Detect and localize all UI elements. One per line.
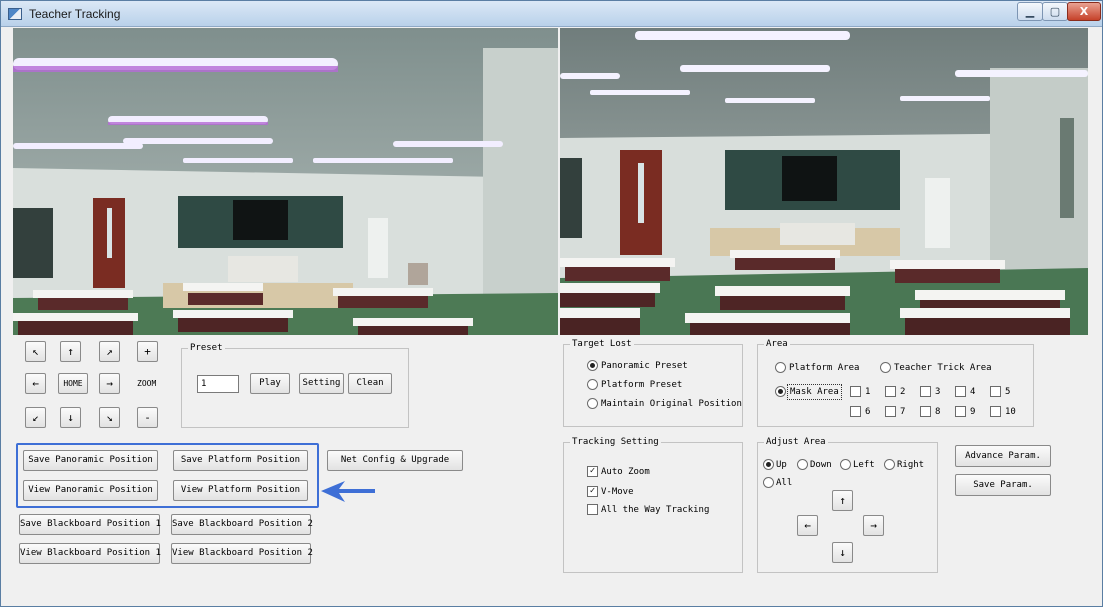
ptz-up-left-button[interactable]: ↖ [25,341,46,362]
save-panoramic-position-button[interactable]: Save Panoramic Position [23,450,158,471]
mask-7-label: 7 [900,407,906,417]
v-move-checkbox[interactable]: ✓ [587,486,598,497]
mask-9-checkbox[interactable] [955,406,966,417]
adjust-left-label: Left [853,460,875,470]
target-lost-title: Target Lost [570,338,634,350]
adjust-all-label: All [776,478,793,488]
preset-clean-button[interactable]: Clean [348,373,392,394]
mask-area-label: Mask Area [787,384,842,400]
advance-param-button[interactable]: Advance Param. [955,445,1051,467]
auto-zoom-checkbox[interactable]: ✓ [587,466,598,477]
target-lost-maintain-radio[interactable] [587,398,598,409]
window-title: Teacher Tracking [29,7,121,21]
mask-2-label: 2 [900,387,906,397]
mask-6-label: 6 [865,407,871,417]
view-panoramic-position-button[interactable]: View Panoramic Position [23,480,158,501]
teacher-trick-area-label: Teacher Trick Area [894,363,992,373]
v-move-label: V-Move [601,487,634,497]
save-blackboard-position-2-button[interactable]: Save Blackboard Position 2 [171,514,313,535]
ptz-down-button[interactable]: ↓ [60,407,81,428]
target-lost-panoramic-label: Panoramic Preset [601,361,688,371]
zoom-in-button[interactable]: + [137,341,158,362]
classroom-image-right [560,28,1088,335]
target-lost-platform-radio[interactable] [587,379,598,390]
adjust-left-radio[interactable] [840,459,851,470]
app-icon [8,8,22,20]
ptz-up-right-button[interactable]: ↗ [99,341,120,362]
mask-1-label: 1 [865,387,871,397]
target-lost-maintain-label: Maintain Original Position [601,399,742,409]
adjust-arrow-up-button[interactable]: ↑ [832,490,853,511]
mask-1-checkbox[interactable] [850,386,861,397]
mask-10-checkbox[interactable] [990,406,1001,417]
teacher-trick-area-radio[interactable] [880,362,891,373]
net-config-upgrade-button[interactable]: Net Config & Upgrade [327,450,463,471]
auto-zoom-label: Auto Zoom [601,467,650,477]
view-blackboard-position-1-button[interactable]: View Blackboard Position 1 [19,543,161,564]
title-bar[interactable]: Teacher Tracking ▁ ▢ X [1,1,1102,27]
adjust-down-label: Down [810,460,832,470]
mask-9-label: 9 [970,407,976,417]
all-the-way-tracking-label: All the Way Tracking [601,505,710,515]
ptz-down-left-button[interactable]: ↙ [25,407,46,428]
zoom-label: ZOOM [137,379,157,388]
save-platform-position-button[interactable]: Save Platform Position [173,450,308,471]
mask-6-checkbox[interactable] [850,406,861,417]
panoramic-video-view[interactable] [13,28,558,335]
ptz-down-right-button[interactable]: ↘ [99,407,120,428]
callout-arrow-icon [321,481,375,502]
mask-8-checkbox[interactable] [920,406,931,417]
mask-4-checkbox[interactable] [955,386,966,397]
mask-5-label: 5 [1005,387,1011,397]
target-lost-panoramic-radio[interactable] [587,360,598,371]
platform-area-radio[interactable] [775,362,786,373]
adjust-arrow-down-button[interactable]: ↓ [832,542,853,563]
preset-play-button[interactable]: Play [250,373,290,394]
close-button[interactable]: X [1067,2,1101,21]
preset-setting-button[interactable]: Setting [299,373,344,394]
minimize-button[interactable]: ▁ [1017,2,1043,21]
ptz-left-button[interactable]: ← [25,373,46,394]
save-param-button[interactable]: Save Param. [955,474,1051,496]
adjust-right-label: Right [897,460,925,470]
mask-4-label: 4 [970,387,976,397]
adjust-area-title: Adjust Area [764,436,828,448]
mask-7-checkbox[interactable] [885,406,896,417]
tracking-video-view[interactable] [560,28,1088,335]
all-the-way-tracking-checkbox[interactable] [587,504,598,515]
classroom-image-left [13,28,558,335]
ptz-up-button[interactable]: ↑ [60,341,81,362]
app-window: Teacher Tracking ▁ ▢ X ↖ ↑ ↗ + ← HOME → … [0,0,1103,607]
mask-3-label: 3 [935,387,941,397]
preset-group-title: Preset [188,342,225,354]
ptz-home-button[interactable]: HOME [58,373,88,394]
zoom-out-button[interactable]: - [137,407,158,428]
mask-10-label: 10 [1005,407,1016,417]
preset-number-input[interactable]: 1 [197,375,239,393]
adjust-down-radio[interactable] [797,459,808,470]
adjust-right-radio[interactable] [884,459,895,470]
mask-5-checkbox[interactable] [990,386,1001,397]
mask-8-label: 8 [935,407,941,417]
mask-3-checkbox[interactable] [920,386,931,397]
platform-area-label: Platform Area [789,363,860,373]
mask-area-radio[interactable] [775,386,786,397]
area-title: Area [764,338,790,350]
mask-2-checkbox[interactable] [885,386,896,397]
target-lost-platform-label: Platform Preset [601,380,683,390]
adjust-up-radio[interactable] [763,459,774,470]
view-platform-position-button[interactable]: View Platform Position [173,480,308,501]
adjust-up-label: Up [776,460,787,470]
adjust-arrow-left-button[interactable]: ← [797,515,818,536]
save-blackboard-position-1-button[interactable]: Save Blackboard Position 1 [19,514,161,535]
adjust-all-radio[interactable] [763,477,774,488]
maximize-button[interactable]: ▢ [1042,2,1068,21]
tracking-setting-title: Tracking Setting [570,436,661,448]
adjust-arrow-right-button[interactable]: → [863,515,884,536]
ptz-right-button[interactable]: → [99,373,120,394]
view-blackboard-position-2-button[interactable]: View Blackboard Position 2 [171,543,313,564]
